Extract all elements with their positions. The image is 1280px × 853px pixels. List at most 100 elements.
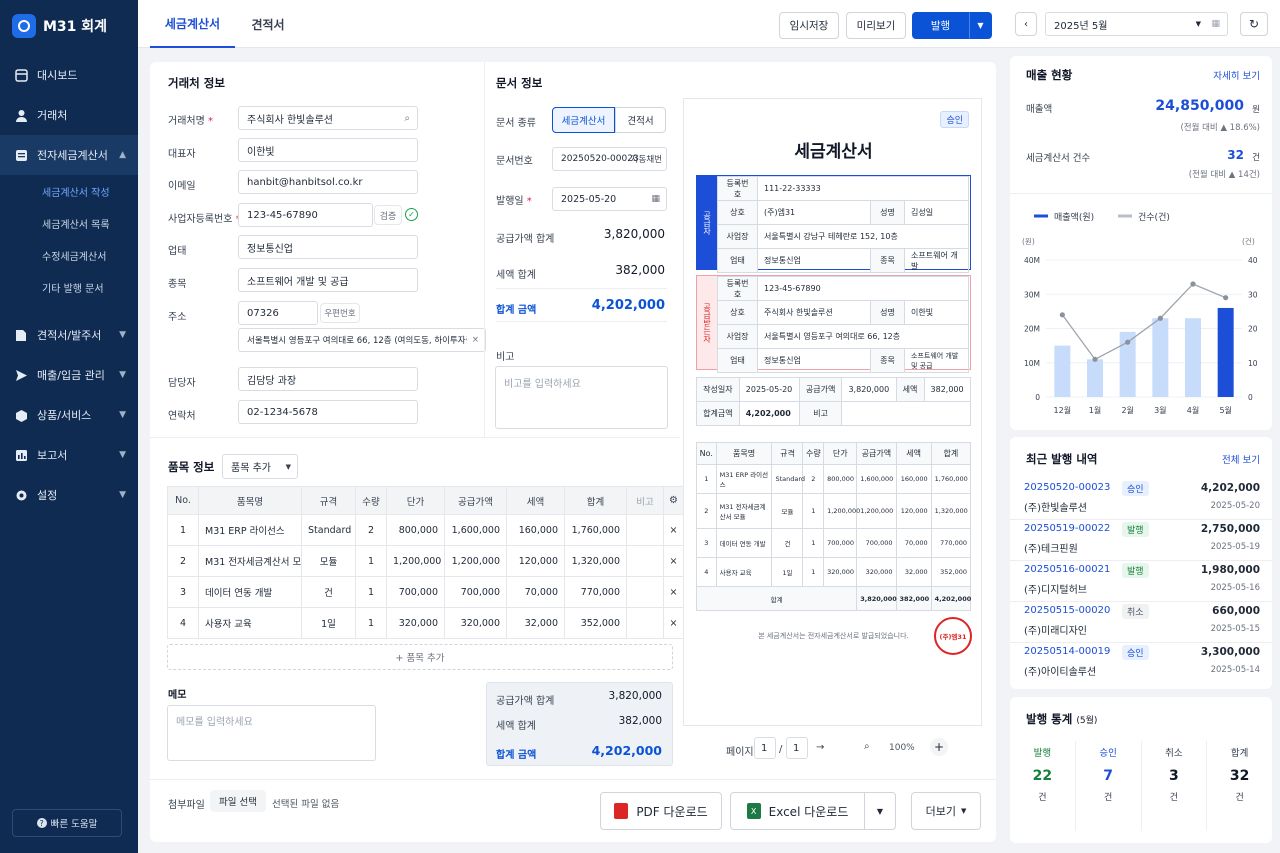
note-cell[interactable] (626, 514, 664, 546)
table-cell[interactable]: 1,200,000 (386, 545, 445, 577)
sidebar-subitem-amend[interactable]: 수정세금계산서 (0, 239, 138, 271)
table-cell[interactable]: 2 (355, 514, 387, 546)
zip-search-button[interactable]: 우편번호 (320, 303, 360, 323)
calendar-icon[interactable]: ▦ (651, 194, 660, 204)
table-cell[interactable]: 1 (355, 545, 387, 577)
phone-input[interactable]: 02-1234-5678 (238, 400, 418, 424)
search-icon[interactable]: ⌕ (404, 113, 410, 124)
note-textarea[interactable]: 비고를 입력하세요 (495, 366, 668, 429)
doc-number-link[interactable]: 20250516-00021 (1024, 564, 1110, 575)
table-cell[interactable]: 1일 (301, 607, 356, 639)
doc-number-link[interactable]: 20250520-00023 (1024, 482, 1110, 493)
partner-name-input[interactable]: 주식회사 한빛솔루션 ⌕ (238, 106, 418, 130)
delete-row-icon[interactable]: × (663, 576, 684, 608)
table-cell[interactable]: M31 전자세금계산서 모듈 (198, 545, 302, 577)
clear-icon[interactable]: × (472, 335, 479, 345)
table-cell[interactable]: 1,760,000 (564, 514, 627, 546)
excel-dropdown-button[interactable]: ▼ (864, 792, 896, 830)
sidebar-item-estimates[interactable]: 견적서/발주서 ▼ (0, 315, 138, 355)
table-cell[interactable]: 800,000 (386, 514, 445, 546)
doc-number-link[interactable]: 20250514-00019 (1024, 646, 1110, 657)
delete-row-icon[interactable]: × (663, 514, 684, 546)
doc-type-estimate-button[interactable]: 견적서 (615, 107, 666, 133)
table-cell[interactable]: 4 (167, 607, 199, 639)
zoom-in-button[interactable]: + (930, 738, 948, 756)
table-cell[interactable]: 320,000 (444, 607, 507, 639)
add-item-row-button[interactable]: + 품목 추가 (167, 644, 673, 670)
table-cell[interactable]: 3 (167, 576, 199, 608)
manager-input[interactable]: 김담당 과장 (238, 367, 418, 391)
table-cell[interactable]: 700,000 (444, 576, 507, 608)
table-cell[interactable]: 352,000 (564, 607, 627, 639)
table-cell[interactable]: 32,000 (506, 607, 565, 639)
table-cell[interactable]: 770,000 (564, 576, 627, 608)
sidebar-item-products[interactable]: 상품/서비스 ▼ (0, 395, 138, 435)
table-cell[interactable]: 160,000 (506, 514, 565, 546)
table-cell[interactable]: Standard (301, 514, 356, 546)
table-cell[interactable]: 사용자 교육 (198, 607, 302, 639)
sales-detail-link[interactable]: 자세히 보기 (1213, 68, 1260, 82)
table-cell[interactable]: 2 (167, 545, 199, 577)
biz-type-input[interactable]: 정보통신업 (238, 235, 418, 259)
ceo-input[interactable]: 이한빛 (238, 138, 418, 162)
sidebar-item-reports[interactable]: 보고서 ▼ (0, 435, 138, 475)
period-select[interactable]: 2025년 5월 ▼ ▦ (1045, 12, 1228, 36)
file-select-button[interactable]: 파일 선택 (210, 790, 266, 812)
next-page-icon[interactable]: → (816, 742, 824, 753)
note-cell[interactable] (626, 576, 664, 608)
add-item-dropdown[interactable]: 품목 추가 ▼ (222, 454, 298, 479)
list-item[interactable]: 20250516-00021 발행 (주)디지털허브 1,980,000 2025-05… (1010, 561, 1272, 602)
sidebar-item-partners[interactable]: 거래처 (0, 95, 138, 135)
doc-number-link[interactable]: 20250515-00020 (1024, 605, 1110, 616)
table-cell[interactable]: 1 (167, 514, 199, 546)
issue-button[interactable]: 발행 (912, 12, 969, 39)
excel-download-button[interactable]: X Excel 다운로드 (730, 792, 865, 830)
note-cell[interactable] (626, 607, 664, 639)
table-cell[interactable]: 모듈 (301, 545, 356, 577)
memo-textarea[interactable]: 메모를 입력하세요 (167, 705, 376, 761)
delete-row-icon[interactable]: × (663, 607, 684, 639)
preview-button[interactable]: 미리보기 (846, 12, 906, 39)
table-cell[interactable]: 1,200,000 (444, 545, 507, 577)
sidebar-item-settings[interactable]: 설정 ▼ (0, 475, 138, 515)
table-cell[interactable]: 건 (301, 576, 356, 608)
verify-button[interactable]: 검증 (374, 205, 402, 225)
doc-no-input[interactable]: 20250520-00023 자동채번 (552, 147, 667, 171)
list-item[interactable]: 20250519-00022 발행 (주)테크핀원 2,750,000 2025-05-… (1010, 520, 1272, 561)
table-cell[interactable]: 1,320,000 (564, 545, 627, 577)
doc-number-link[interactable]: 20250519-00022 (1024, 523, 1110, 534)
doc-type-tax-invoice-button[interactable]: 세금계산서 (552, 107, 615, 133)
table-cell[interactable]: 1 (355, 607, 387, 639)
sidebar-subitem-write[interactable]: 세금계산서 작성 (0, 175, 138, 207)
prev-period-button[interactable]: ‹ (1015, 12, 1037, 36)
bizno-input[interactable]: 123-45-67890 (238, 203, 373, 227)
zip-input[interactable]: 07326 (238, 301, 318, 325)
sidebar-item-dashboard[interactable]: 대시보드 (0, 55, 138, 95)
app-logo[interactable]: M31 회계 (0, 0, 138, 52)
sidebar-item-sales[interactable]: 매출/입금 관리 ▼ (0, 355, 138, 395)
table-cell[interactable]: 120,000 (506, 545, 565, 577)
biz-item-input[interactable]: 소프트웨어 개발 및 공급 (238, 268, 418, 292)
recent-all-link[interactable]: 전체 보기 (1222, 452, 1260, 466)
sidebar-item-e-tax-invoice[interactable]: 전자세금계산서 ▲ (0, 135, 138, 175)
column-settings-icon[interactable]: ⚙ (663, 486, 684, 515)
list-item[interactable]: 20250520-00023 승인 (주)한빛솔루션 4,202,000 2025-05… (1010, 479, 1272, 520)
sidebar-subitem-list[interactable]: 세금계산서 목록 (0, 207, 138, 239)
table-cell[interactable]: 320,000 (386, 607, 445, 639)
page-input[interactable]: 1 (754, 737, 776, 759)
email-input[interactable]: hanbit@hanbitsol.co.kr (238, 170, 418, 194)
note-cell[interactable] (626, 545, 664, 577)
issue-dropdown-button[interactable]: ▼ (969, 12, 992, 39)
zoom-out-icon[interactable]: ⌕ (864, 741, 870, 752)
list-item[interactable]: 20250514-00019 승인 (주)아이티솔루션 3,300,000 2025-0… (1010, 643, 1272, 684)
tab-estimate[interactable]: 견적서 (238, 0, 298, 48)
quick-help-button[interactable]: ? 빠른 도움말 (12, 809, 122, 837)
table-cell[interactable]: M31 ERP 라이선스 (198, 514, 302, 546)
address-input[interactable]: 서울특별시 영등포구 여의대로 66, 12층 (여의도동, 하이투자증권빌)× (238, 328, 486, 352)
list-item[interactable]: 20250515-00020 취소 (주)미래디자인 660,000 2025-05-1… (1010, 602, 1272, 643)
table-cell[interactable]: 1 (355, 576, 387, 608)
save-draft-button[interactable]: 임시저장 (779, 12, 839, 39)
table-cell[interactable]: 700,000 (386, 576, 445, 608)
table-cell[interactable]: 1,600,000 (444, 514, 507, 546)
delete-row-icon[interactable]: × (663, 545, 684, 577)
